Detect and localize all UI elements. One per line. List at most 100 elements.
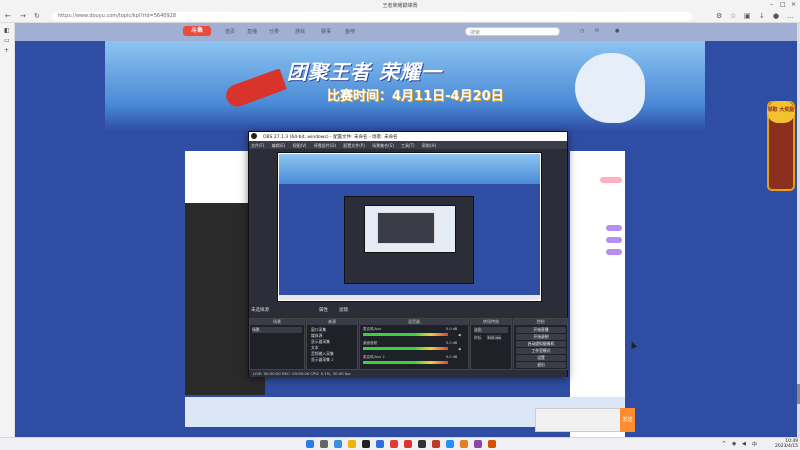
settings-button[interactable]: 设置 — [516, 355, 566, 361]
mixer-track-name: 麦克风/Aux — [363, 327, 382, 331]
mixer-track-db: 0.0 dB — [446, 341, 458, 345]
speaker-icon[interactable]: ◀ — [458, 347, 461, 351]
volume-meter[interactable] — [363, 361, 448, 364]
duration-input[interactable]: 300 ms — [487, 335, 502, 340]
nav-live[interactable]: 直播 — [247, 28, 257, 35]
language-icon[interactable]: 中 — [752, 441, 757, 448]
search-input[interactable]: 搜索 — [465, 27, 560, 36]
no-source-label: 未选择源 — [251, 308, 269, 313]
app-icon[interactable] — [432, 440, 440, 448]
start-icon[interactable] — [306, 440, 314, 448]
studio-mode-button[interactable]: 工作室模式 — [516, 348, 566, 354]
minimize-icon[interactable]: – — [770, 1, 773, 8]
message-icon[interactable]: ✉ — [595, 28, 599, 34]
scenes-header: 场景 — [250, 319, 304, 325]
explorer-icon[interactable] — [348, 440, 356, 448]
clock-date: 2023/4/15 — [775, 444, 799, 449]
send-button[interactable]: 发送 — [620, 408, 635, 432]
transition-select[interactable]: 淡出 — [474, 327, 508, 333]
exit-button[interactable]: 退出 — [516, 362, 566, 368]
menu-edit[interactable]: 编辑(E) — [272, 143, 286, 148]
menu-profile[interactable]: 配置文件(P) — [343, 143, 365, 148]
menu-scene-collection[interactable]: 场景集合(S) — [372, 143, 394, 148]
streamer-info-panel — [185, 151, 250, 211]
network-icon[interactable]: ◉ — [732, 441, 736, 447]
search-icon[interactable] — [320, 440, 328, 448]
extensions-icon[interactable]: ⚙ — [716, 12, 722, 20]
browser-toolbar: ← → ↻ https://www.douyu.com/topic/kpl?ri… — [0, 10, 800, 23]
chat-badge — [606, 225, 622, 231]
collections-icon[interactable]: ▣ — [744, 12, 751, 20]
back-icon[interactable]: ← — [5, 12, 11, 20]
menu-docks[interactable]: 停靠部件(D) — [314, 143, 336, 148]
recursive-inner — [377, 212, 435, 244]
controls-header: 控制 — [514, 319, 567, 325]
menu-view[interactable]: 视图(V) — [293, 143, 307, 148]
banner-date: 比赛时间：4月11日-4月20日 — [327, 89, 504, 104]
scene-item[interactable]: 场景 — [252, 327, 302, 333]
edge-icon[interactable] — [334, 440, 342, 448]
mixer-track-db: 0.0 dB — [446, 355, 458, 359]
menu-tools[interactable]: 工具(T) — [401, 143, 415, 148]
app-icon[interactable] — [418, 440, 426, 448]
favorites-icon[interactable]: ☆ — [730, 12, 736, 20]
virtual-camera-button[interactable]: 启动虚拟摄像机 — [516, 341, 566, 347]
mixer-header: 混音器 — [360, 319, 468, 325]
nav-category[interactable]: 分类 — [269, 28, 279, 35]
nav-home[interactable]: 首页 — [225, 28, 235, 35]
nav-games[interactable]: 游戏 — [295, 28, 305, 35]
download-icon[interactable]: ↓ — [759, 12, 765, 20]
address-bar[interactable]: https://www.douyu.com/topic/kpl?rid=5640… — [52, 12, 692, 21]
app-icon[interactable] — [404, 440, 412, 448]
mascot-illustration — [575, 53, 645, 123]
menu-file[interactable]: 文件(F) — [251, 143, 264, 148]
properties-button[interactable]: 属性 — [319, 307, 328, 313]
store-icon[interactable] — [376, 440, 384, 448]
history-icon[interactable]: ◷ — [580, 28, 584, 34]
filters-button[interactable]: 滤镜 — [339, 307, 348, 313]
windows-taskbar: ^ ◉ ◀ 中 10:49 2023/4/15 — [0, 437, 800, 450]
menu-help[interactable]: 帮助(H) — [422, 143, 436, 148]
more-icon[interactable]: … — [787, 12, 794, 20]
scenes-dock: 场景 场景 — [249, 318, 305, 370]
site-header: 斗鱼 首页 直播 分类 游戏 赛事 鱼吧 搜索 ◷ ✉ ● — [15, 23, 797, 41]
volume-icon[interactable]: ◀ — [742, 441, 746, 447]
nav-events[interactable]: 赛事 — [321, 28, 331, 35]
browser-title-bar: 王者荣耀巅峰赛 – □ × — [0, 0, 800, 10]
promo-badge[interactable]: 领取 大奖励 — [767, 101, 795, 123]
app-icon[interactable] — [446, 440, 454, 448]
speaker-icon[interactable]: ◀ — [458, 333, 461, 337]
add-icon[interactable]: + — [4, 47, 9, 54]
chat-panel — [570, 151, 625, 437]
preview-banner — [279, 154, 540, 184]
tab-icon[interactable]: ◧ — [4, 27, 10, 34]
system-clock[interactable]: 10:49 2023/4/15 — [775, 439, 798, 449]
app-icon[interactable] — [488, 440, 496, 448]
nav-fishbar[interactable]: 鱼吧 — [345, 28, 355, 35]
user-avatar[interactable]: ● — [615, 28, 619, 34]
source-item[interactable]: 显示器采集 2 — [311, 357, 334, 363]
profile-icon[interactable]: ● — [773, 12, 779, 20]
app-icon[interactable] — [474, 440, 482, 448]
page-icon[interactable]: ▭ — [4, 37, 10, 44]
start-streaming-button[interactable]: 开始直播 — [516, 327, 566, 333]
chat-badge — [606, 249, 622, 255]
transitions-header: 转场特效 — [471, 319, 511, 325]
site-logo[interactable]: 斗鱼 — [183, 26, 211, 36]
volume-meter[interactable] — [363, 333, 448, 336]
app-icon[interactable] — [460, 440, 468, 448]
tray-chevron-icon[interactable]: ^ — [722, 441, 726, 447]
mixer-track-name: 桌面音频 — [363, 341, 377, 345]
obs-icon[interactable] — [362, 440, 370, 448]
forward-icon[interactable]: → — [20, 12, 26, 20]
browser-sidebar: ◧ ▭ + — [0, 23, 15, 437]
refresh-icon[interactable]: ↻ — [34, 12, 40, 20]
volume-meter[interactable] — [363, 347, 448, 350]
chat-input[interactable] — [535, 408, 625, 432]
app-icon[interactable] — [390, 440, 398, 448]
close-icon[interactable]: × — [791, 1, 796, 8]
maximize-icon[interactable]: □ — [780, 1, 786, 8]
obs-menu-bar: 文件(F) 编辑(E) 视图(V) 停靠部件(D) 配置文件(P) 场景集合(S… — [249, 141, 567, 149]
start-recording-button[interactable]: 开始录制 — [516, 334, 566, 340]
chat-badge — [606, 237, 622, 243]
